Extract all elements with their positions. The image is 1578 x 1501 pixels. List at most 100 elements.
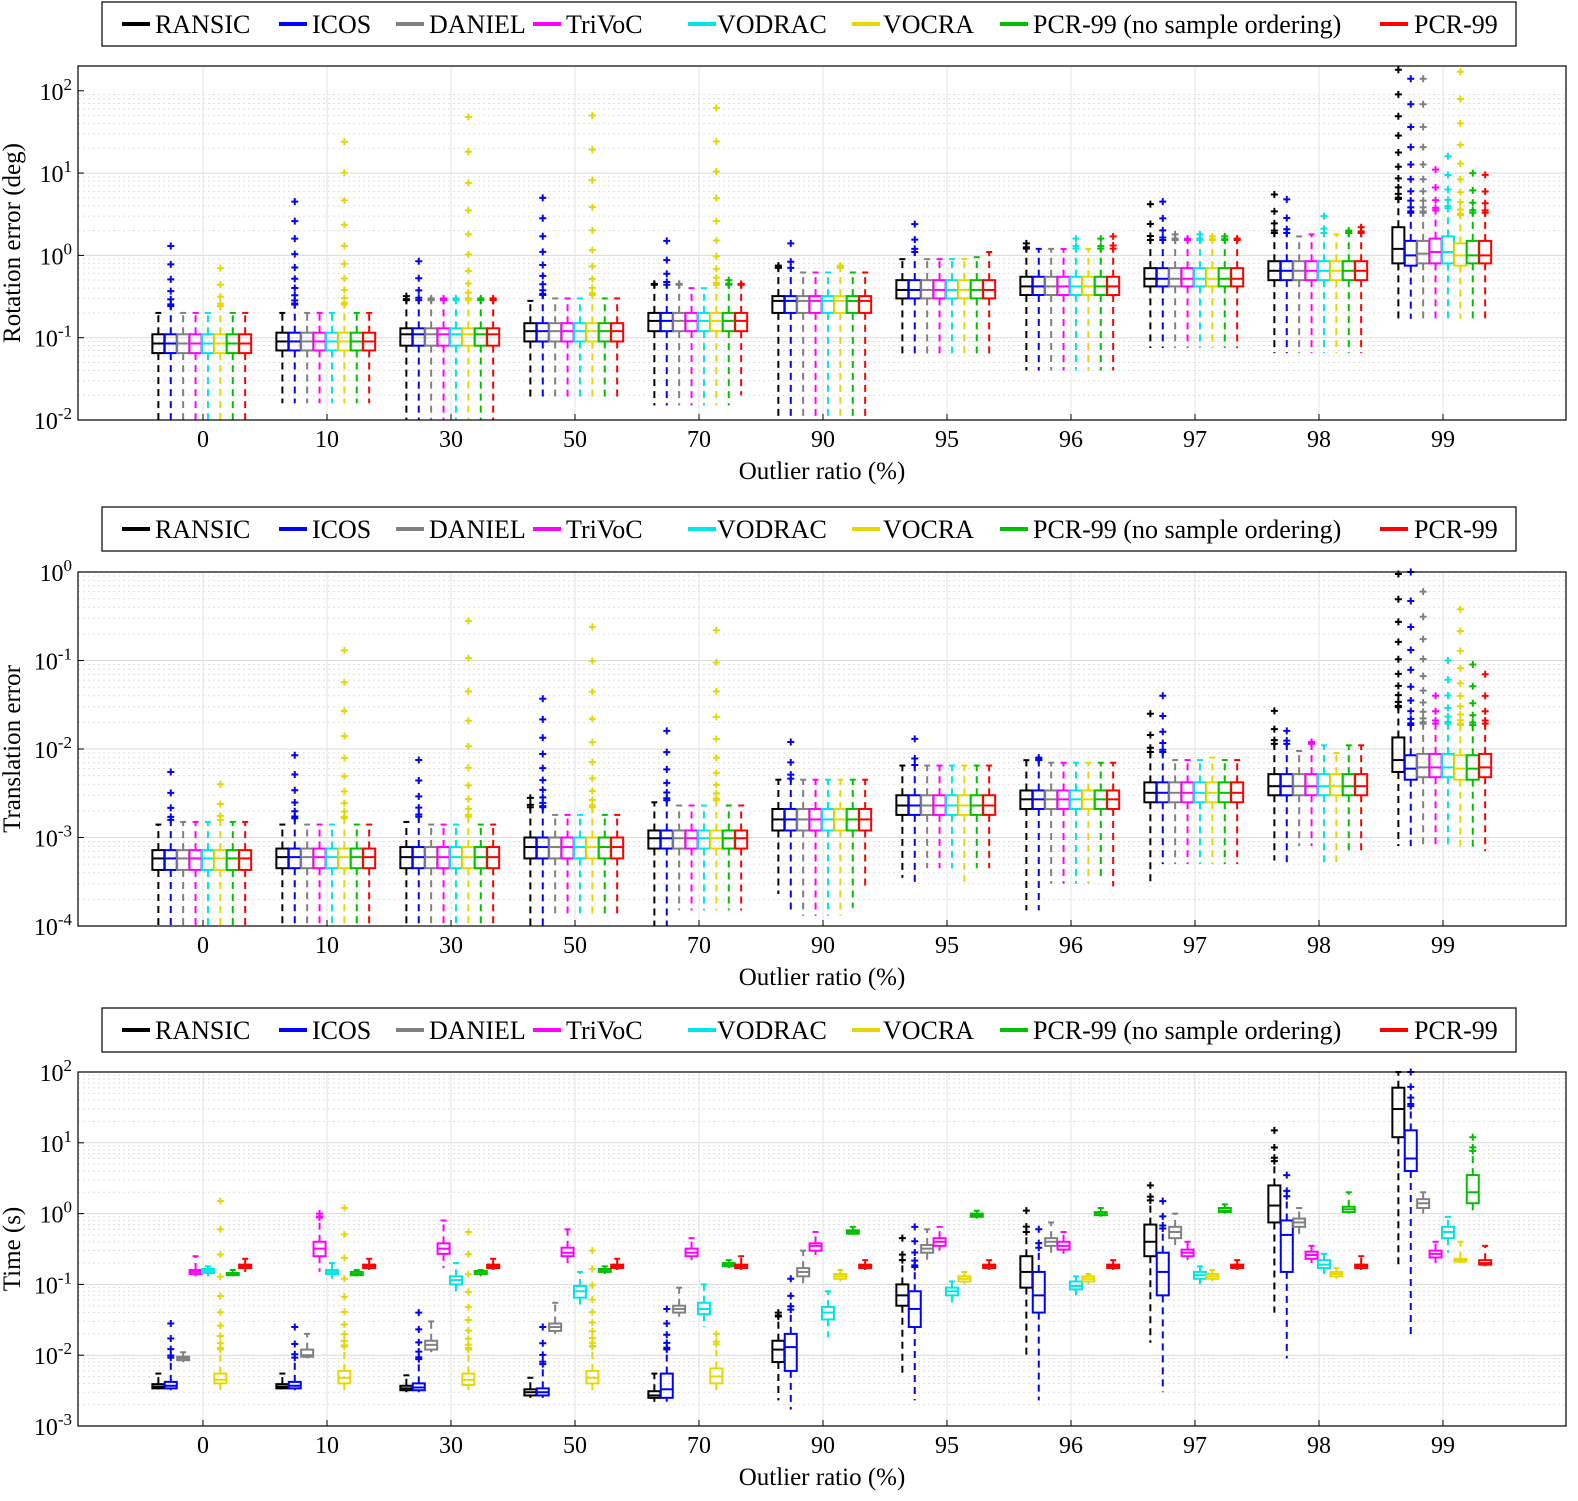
x-tick-label: 0 (197, 933, 209, 959)
legend-label: RANSIC (155, 10, 250, 39)
x-tick-label: 10 (315, 427, 339, 453)
y-tick-exponent: -2 (58, 1339, 72, 1358)
y-axis-label: Time (s) (0, 1207, 26, 1292)
x-tick-label: 98 (1307, 933, 1331, 959)
y-tick-base: 10 (40, 244, 64, 270)
x-tick-label: 99 (1431, 933, 1455, 959)
y-tick-exponent: 0 (64, 556, 73, 575)
x-tick-label: 90 (811, 933, 835, 959)
legend-label: VODRAC (717, 1016, 827, 1045)
y-tick-label: 100 (40, 556, 73, 587)
y-tick-base: 10 (40, 1061, 64, 1087)
x-tick-label: 50 (563, 933, 587, 959)
y-ticks: 10-210-1100101102 (34, 75, 84, 435)
x-tick-label: 0 (197, 427, 209, 453)
legend-label: PCR-99 (no sample ordering) (1033, 1016, 1341, 1045)
y-tick-base: 10 (34, 1415, 58, 1441)
x-tick-label: 30 (439, 1433, 463, 1459)
y-tick-exponent: -3 (58, 822, 72, 841)
y-axis-label: Rotation error (deg) (0, 143, 26, 343)
y-tick-exponent: 2 (64, 1056, 73, 1075)
y-tick-label: 10-2 (34, 404, 72, 435)
x-tick-label: 97 (1183, 1433, 1207, 1459)
y-tick-label: 100 (40, 239, 73, 270)
plot-area (78, 66, 1566, 420)
legend-label: VOCRA (883, 10, 974, 39)
x-tick-label: 99 (1431, 1433, 1455, 1459)
legend-label: VOCRA (883, 1016, 974, 1045)
y-tick-exponent: -1 (58, 645, 72, 664)
y-tick-exponent: 1 (64, 157, 73, 176)
y-tick-exponent: -2 (58, 404, 72, 423)
x-tick-label: 50 (563, 427, 587, 453)
y-tick-base: 10 (40, 80, 64, 106)
x-tick-label: 30 (439, 933, 463, 959)
y-tick-exponent: -2 (58, 733, 72, 752)
y-tick-label: 101 (40, 1127, 73, 1158)
legend-label: DANIEL (429, 515, 526, 544)
y-tick-label: 10-2 (34, 733, 72, 764)
x-tick-label: 97 (1183, 427, 1207, 453)
legend-label: PCR-99 (1414, 515, 1498, 544)
y-tick-base: 10 (40, 162, 64, 188)
x-tick-label: 96 (1059, 427, 1083, 453)
x-tick-label: 70 (687, 933, 711, 959)
legend-label: TriVoC (566, 10, 643, 39)
y-tick-exponent: -4 (58, 910, 73, 929)
x-axis-label: Outlier ratio (%) (739, 1464, 906, 1491)
y-tick-label: 10-3 (34, 822, 72, 853)
legend-label: TriVoC (566, 515, 643, 544)
y-tick-label: 10-4 (34, 910, 73, 941)
y-tick-exponent: 2 (64, 75, 73, 94)
x-tick-label: 10 (315, 933, 339, 959)
x-tick-label: 99 (1431, 427, 1455, 453)
y-tick-base: 10 (34, 1344, 58, 1370)
legend-label: VODRAC (717, 10, 827, 39)
legend-label: VOCRA (883, 515, 974, 544)
x-tick-label: 50 (563, 1433, 587, 1459)
legend-label: RANSIC (155, 515, 250, 544)
y-tick-base: 10 (34, 1273, 58, 1299)
legend-entry: PCR-99 (no sample ordering) (1000, 515, 1341, 544)
y-tick-exponent: -1 (58, 1268, 72, 1287)
y-tick-base: 10 (34, 915, 58, 941)
y-tick-label: 10-3 (34, 1410, 72, 1441)
y-tick-exponent: -1 (58, 322, 72, 341)
y-tick-base: 10 (40, 561, 64, 587)
legend-entry: PCR-99 (no sample ordering) (1000, 1016, 1341, 1045)
y-tick-label: 10-2 (34, 1339, 72, 1370)
y-tick-exponent: 0 (64, 1198, 73, 1217)
x-tick-label: 98 (1307, 1433, 1331, 1459)
y-tick-base: 10 (34, 738, 58, 764)
legend: RANSIC ICOS DANIEL TriVoC VODRAC VOCRA PCR-99 … (101, 1007, 1517, 1053)
y-tick-label: 102 (40, 75, 73, 106)
y-tick-label: 102 (40, 1056, 73, 1087)
x-tick-label: 90 (811, 427, 835, 453)
legend-label: DANIEL (429, 10, 526, 39)
legend-entry: PCR-99 (no sample ordering) (1000, 10, 1341, 39)
y-tick-label: 10-1 (34, 1268, 72, 1299)
y-tick-label: 10-1 (34, 322, 72, 353)
y-tick-label: 10-1 (34, 645, 72, 676)
x-tick-label: 70 (687, 1433, 711, 1459)
y-axis-label: Translation error (0, 664, 26, 832)
x-axis-label: Outlier ratio (%) (739, 964, 906, 991)
y-tick-exponent: 0 (64, 239, 73, 258)
x-tick-label: 95 (935, 427, 959, 453)
legend-label: ICOS (312, 10, 371, 39)
x-tick-label: 96 (1059, 933, 1083, 959)
time-panel: 10-310-210-11001011020 10 30 50 70 90 95 96 97 98… (0, 1007, 1567, 1491)
y-tick-exponent: 1 (64, 1127, 73, 1146)
x-tick-label: 90 (811, 1433, 835, 1459)
x-axis-label: Outlier ratio (%) (739, 458, 906, 485)
legend-label: DANIEL (429, 1016, 526, 1045)
y-tick-label: 101 (40, 157, 73, 188)
translation-error-panel: 10-410-310-210-11000 10 30 50 70 90 95 96 97 98 99… (0, 506, 1567, 991)
y-tick-base: 10 (34, 409, 58, 435)
legend-label: TriVoC (566, 1016, 643, 1045)
y-tick-base: 10 (40, 1203, 64, 1229)
x-tick-label: 95 (935, 1433, 959, 1459)
x-tick-label: 30 (439, 427, 463, 453)
y-tick-base: 10 (34, 327, 58, 353)
x-tick-label: 97 (1183, 933, 1207, 959)
